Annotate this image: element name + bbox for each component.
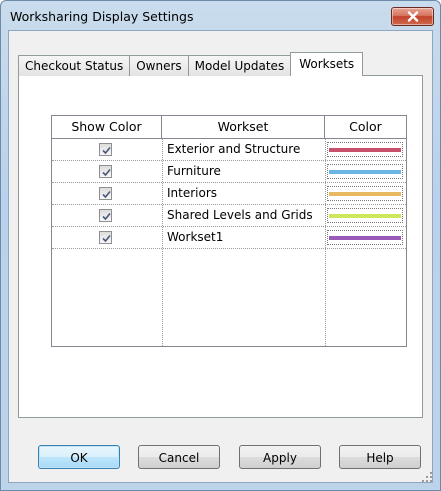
help-button[interactable]: Help bbox=[339, 445, 421, 469]
workset-name[interactable]: Shared Levels and Grids bbox=[162, 205, 325, 226]
color-cell[interactable] bbox=[325, 139, 406, 160]
resize-grip-icon[interactable] bbox=[422, 472, 432, 482]
worksets-grid: Show Color Workset Color Exterior and St… bbox=[51, 115, 407, 347]
color-band bbox=[329, 192, 401, 196]
show-color-cell bbox=[52, 139, 162, 160]
apply-button[interactable]: Apply bbox=[239, 445, 321, 469]
checkmark-icon bbox=[102, 190, 111, 199]
tab-strip: Checkout Status Owners Model Updates Wor… bbox=[18, 52, 364, 76]
checkmark-icon bbox=[102, 146, 111, 155]
color-band bbox=[329, 214, 401, 218]
show-color-checkbox[interactable] bbox=[99, 209, 112, 222]
ok-button[interactable]: OK bbox=[38, 445, 120, 469]
show-color-cell bbox=[52, 205, 162, 226]
table-row: Furniture bbox=[52, 161, 406, 183]
color-band bbox=[329, 170, 401, 174]
color-swatch[interactable] bbox=[327, 186, 403, 201]
checkmark-icon bbox=[102, 168, 111, 177]
close-button[interactable] bbox=[391, 7, 434, 26]
tab-owners[interactable]: Owners bbox=[129, 55, 189, 76]
show-color-checkbox[interactable] bbox=[99, 231, 112, 244]
table-row: Exterior and Structure bbox=[52, 139, 406, 161]
cancel-button[interactable]: Cancel bbox=[138, 445, 220, 469]
show-color-checkbox[interactable] bbox=[99, 187, 112, 200]
table-row: Shared Levels and Grids bbox=[52, 205, 406, 227]
show-color-cell bbox=[52, 161, 162, 182]
table-row: Interiors bbox=[52, 183, 406, 205]
workset-name[interactable]: Workset1 bbox=[162, 227, 325, 248]
table-row: Workset1 bbox=[52, 227, 406, 249]
column-header-color[interactable]: Color bbox=[325, 116, 406, 138]
workset-name[interactable]: Furniture bbox=[162, 161, 325, 182]
color-cell[interactable] bbox=[325, 227, 406, 248]
show-color-checkbox[interactable] bbox=[99, 165, 112, 178]
window-title: Worksharing Display Settings bbox=[10, 9, 194, 24]
color-swatch[interactable] bbox=[327, 164, 403, 179]
color-band bbox=[329, 236, 401, 240]
color-swatch[interactable] bbox=[327, 230, 403, 245]
tab-model-updates[interactable]: Model Updates bbox=[187, 55, 292, 76]
grid-header: Show Color Workset Color bbox=[52, 116, 406, 139]
tab-checkout-status[interactable]: Checkout Status bbox=[18, 55, 131, 76]
show-color-cell bbox=[52, 227, 162, 248]
show-color-cell bbox=[52, 183, 162, 204]
close-icon bbox=[407, 11, 418, 22]
show-color-checkbox[interactable] bbox=[99, 143, 112, 156]
checkmark-icon bbox=[102, 212, 111, 221]
column-header-show-color[interactable]: Show Color bbox=[52, 116, 162, 138]
color-cell[interactable] bbox=[325, 161, 406, 182]
grid-body: Exterior and Structure Furniture Interio… bbox=[52, 139, 406, 346]
color-cell[interactable] bbox=[325, 183, 406, 204]
color-swatch[interactable] bbox=[327, 208, 403, 223]
color-band bbox=[329, 148, 401, 152]
checkmark-icon bbox=[102, 234, 111, 243]
color-swatch[interactable] bbox=[327, 142, 403, 157]
tab-worksets[interactable]: Worksets bbox=[290, 52, 364, 76]
workset-name[interactable]: Interiors bbox=[162, 183, 325, 204]
workset-name[interactable]: Exterior and Structure bbox=[162, 139, 325, 160]
color-cell[interactable] bbox=[325, 205, 406, 226]
column-header-workset[interactable]: Workset bbox=[162, 116, 325, 138]
